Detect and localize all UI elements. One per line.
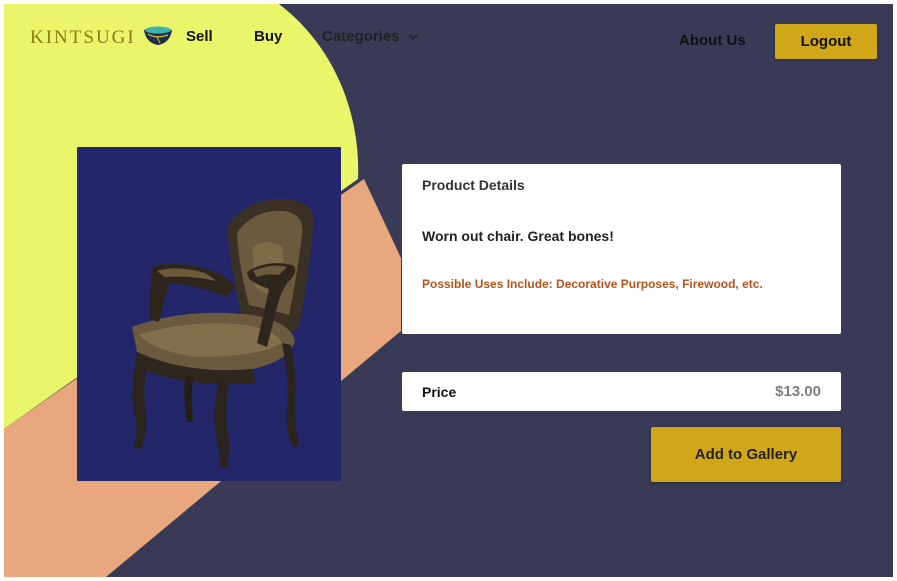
price-label: Price	[422, 384, 457, 400]
brand-logo[interactable]: KINTSUGI	[30, 24, 173, 51]
chevron-down-icon	[407, 28, 418, 45]
page-frame: KINTSUGI Sell Buy Categories About Us Lo…	[4, 4, 893, 577]
armchair-image	[132, 198, 314, 467]
product-description: Worn out chair. Great bones!	[422, 228, 614, 244]
add-to-gallery-button[interactable]: Add to Gallery	[651, 427, 841, 482]
kintsugi-bowl-icon	[143, 24, 173, 51]
nav-categories-label: Categories	[322, 28, 400, 45]
nav-categories-dropdown[interactable]: Categories	[322, 28, 418, 45]
product-image	[77, 147, 341, 481]
product-uses: Possible Uses Include: Decorative Purpos…	[422, 277, 763, 291]
price-card: Price $13.00	[402, 372, 841, 411]
nav-sell-link[interactable]: Sell	[186, 28, 213, 45]
nav-about-link[interactable]: About Us	[679, 32, 746, 49]
logout-button[interactable]: Logout	[775, 24, 877, 59]
price-value: $13.00	[775, 383, 821, 400]
top-nav: KINTSUGI Sell Buy Categories About Us Lo…	[4, 4, 893, 84]
nav-buy-link[interactable]: Buy	[254, 28, 282, 45]
brand-name: KINTSUGI	[30, 26, 136, 48]
product-details-title: Product Details	[422, 177, 525, 193]
product-details-card: Product Details Worn out chair. Great bo…	[402, 164, 841, 334]
